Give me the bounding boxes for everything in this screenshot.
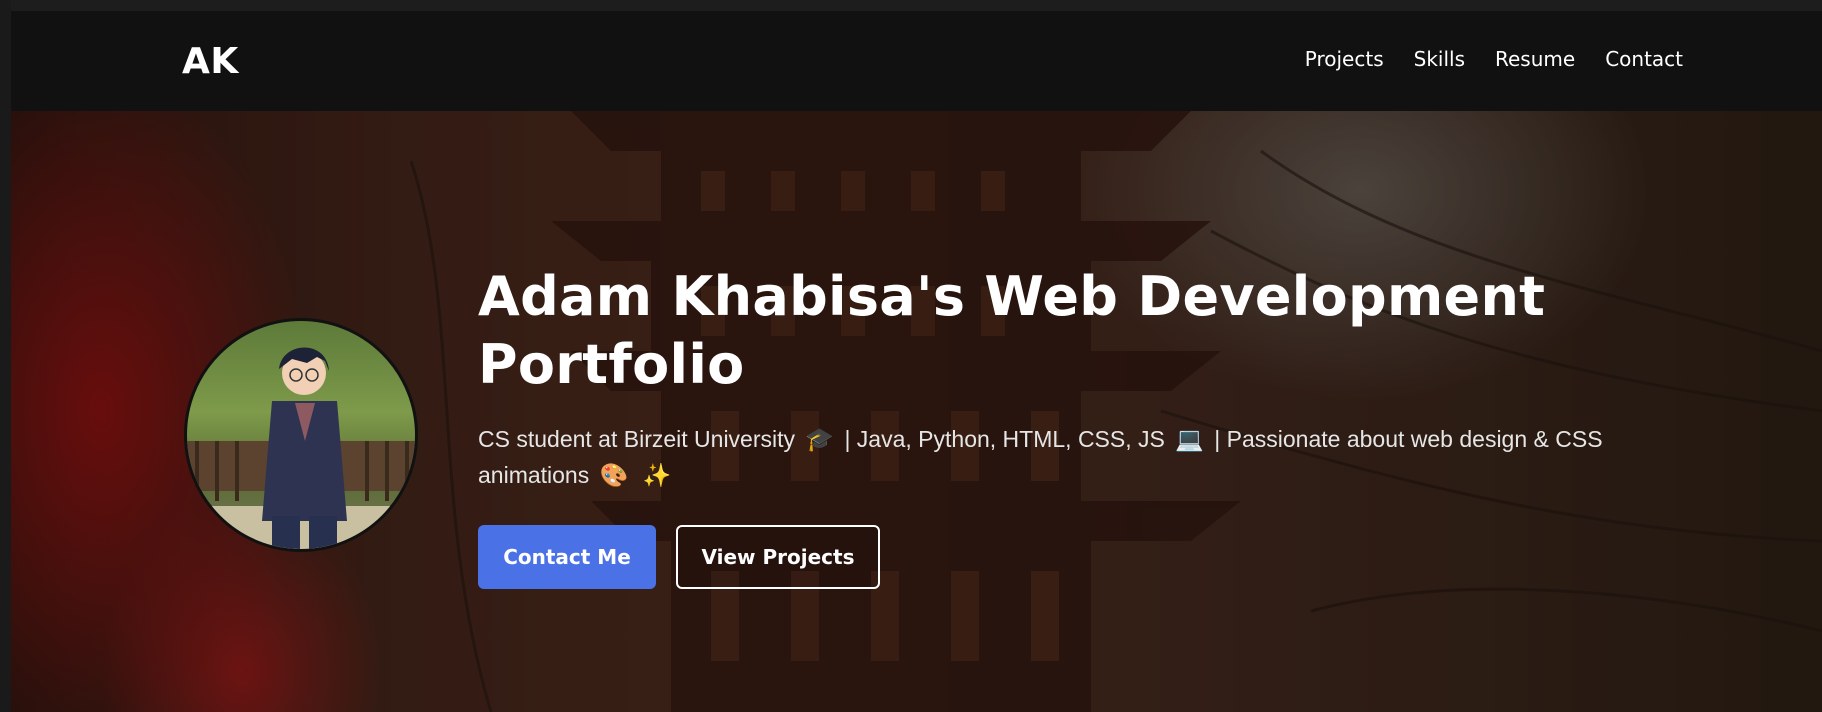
graduation-cap-icon: 🎓	[805, 426, 835, 452]
sparkles-icon: ✨	[642, 462, 672, 488]
contact-me-button[interactable]: Contact Me	[478, 525, 656, 589]
page-frame: AK Projects Skills Resume Contact Adam K…	[11, 11, 1822, 712]
window-top-strip	[0, 0, 1822, 11]
hero-section: Adam Khabisa's Web Development Portfolio…	[11, 111, 1822, 712]
hero-buttons: Contact Me View Projects	[478, 525, 1658, 589]
avatar	[184, 318, 418, 552]
nav-links: Projects Skills Resume Contact	[1305, 47, 1683, 71]
palette-icon: 🎨	[599, 462, 629, 488]
nav-item-projects[interactable]: Projects	[1305, 47, 1384, 71]
brand-logo[interactable]: AK	[182, 41, 239, 82]
nav-item-resume[interactable]: Resume	[1495, 47, 1575, 71]
window-left-strip	[0, 0, 11, 712]
navbar: AK Projects Skills Resume Contact	[11, 11, 1822, 111]
nav-item-skills[interactable]: Skills	[1414, 47, 1465, 71]
hero-title: Adam Khabisa's Web Development Portfolio	[478, 265, 1546, 396]
hero-content: Adam Khabisa's Web Development Portfolio…	[478, 263, 1658, 589]
laptop-icon: 💻	[1175, 426, 1204, 452]
view-projects-button[interactable]: View Projects	[676, 525, 880, 589]
subtitle-text-1: CS student at Birzeit University	[478, 426, 796, 452]
avatar-illustration	[187, 347, 415, 549]
nav-item-contact[interactable]: Contact	[1605, 47, 1683, 71]
subtitle-text-2: | Java, Python, HTML, CSS, JS	[844, 426, 1165, 452]
hero-subtitle: CS student at Birzeit University 🎓 | Jav…	[478, 421, 1628, 493]
